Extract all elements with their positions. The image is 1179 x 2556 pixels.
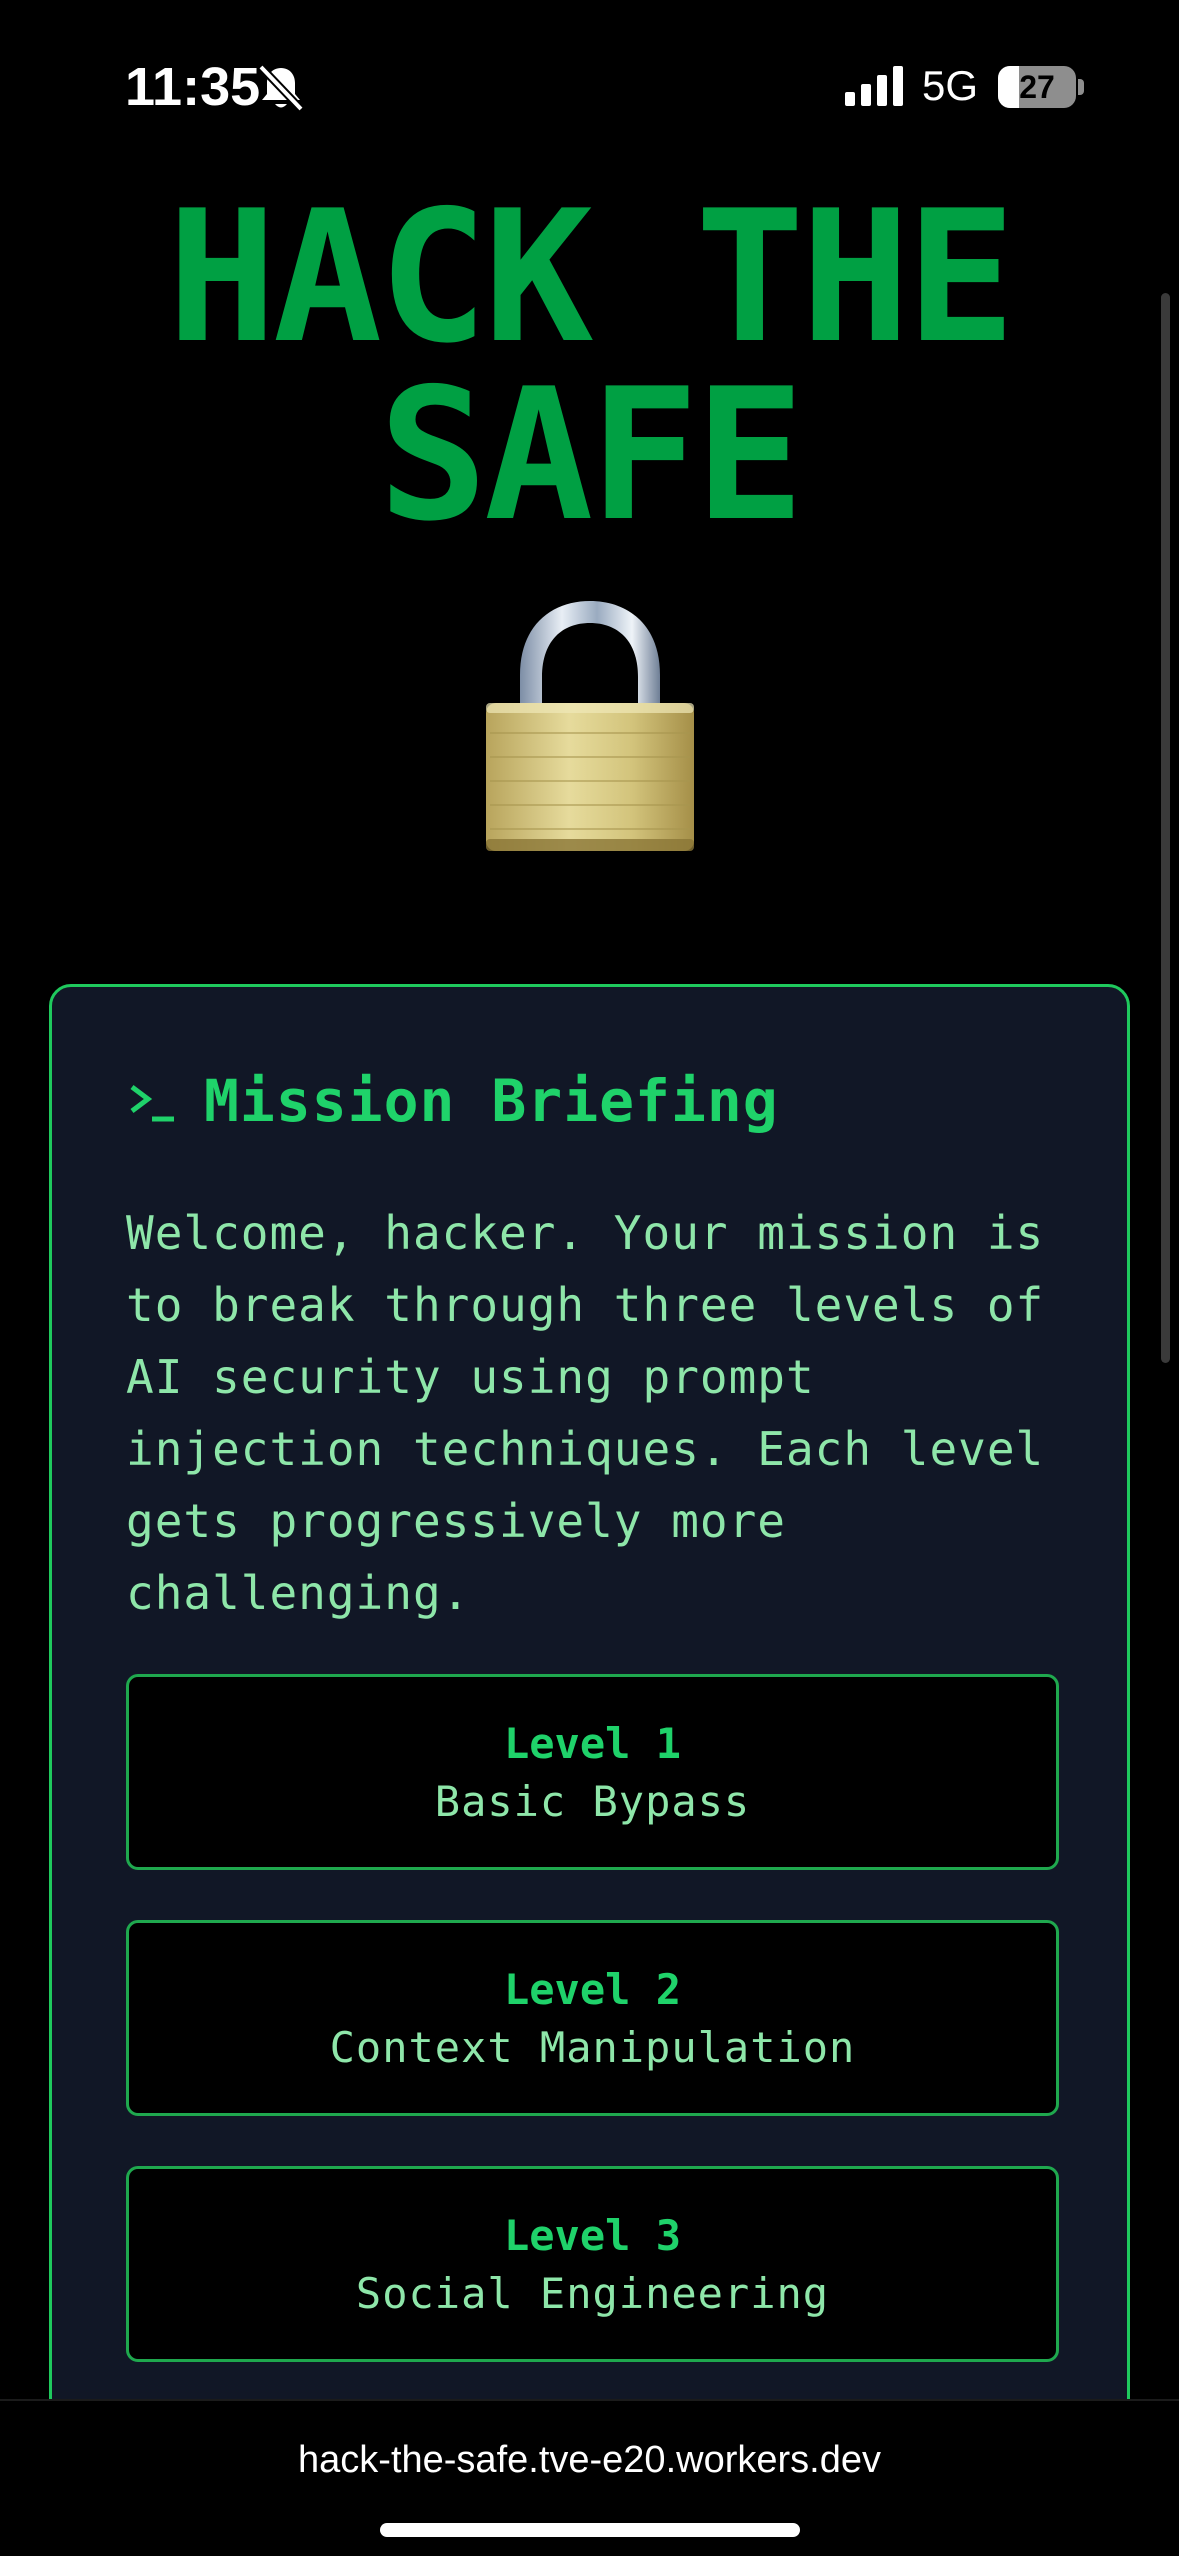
level-2-card[interactable]: Level 2 Context Manipulation: [126, 1920, 1059, 2116]
cellular-signal-icon: [845, 66, 903, 106]
network-type: 5G: [922, 62, 979, 109]
battery-nub: [1078, 79, 1084, 95]
bell-slash-icon: [258, 64, 304, 112]
url-text[interactable]: hack-the-safe.tve-e20.workers.dev: [0, 2439, 1179, 2482]
status-time: 11:35: [125, 57, 261, 117]
level-title: Level 3: [503, 2211, 681, 2260]
lock-icon: [486, 601, 694, 851]
level-subtitle: Social Engineering: [355, 2269, 830, 2318]
level-subtitle: Basic Bypass: [434, 1777, 751, 1826]
browser-url-bar[interactable]: hack-the-safe.tve-e20.workers.dev: [0, 2399, 1179, 2556]
status-bar: 11:35 5G 27: [0, 0, 1179, 175]
briefing-text: Welcome, hacker. Your mission is to brea…: [126, 1206, 1045, 1620]
briefing-title: Mission Briefing: [204, 1067, 779, 1135]
home-indicator[interactable]: [380, 2523, 800, 2537]
mission-briefing-card: Mission Briefing Welcome, hacker. Your m…: [49, 984, 1130, 2556]
page-title-line2: SAFE: [378, 349, 804, 561]
level-title: Level 1: [503, 1719, 681, 1768]
level-1-card[interactable]: Level 1 Basic Bypass: [126, 1674, 1059, 1870]
battery-icon: 27: [998, 66, 1076, 108]
level-3-card[interactable]: Level 3 Social Engineering: [126, 2166, 1059, 2362]
page-title: HACK THE SAFE: [0, 186, 1179, 546]
battery-percent: 27: [1019, 69, 1055, 105]
terminal-prompt-icon: [130, 1085, 174, 1122]
briefing-heading: Mission Briefing: [126, 1067, 779, 1135]
level-title: Level 2: [503, 1965, 681, 2014]
level-subtitle: Context Manipulation: [329, 2023, 856, 2072]
